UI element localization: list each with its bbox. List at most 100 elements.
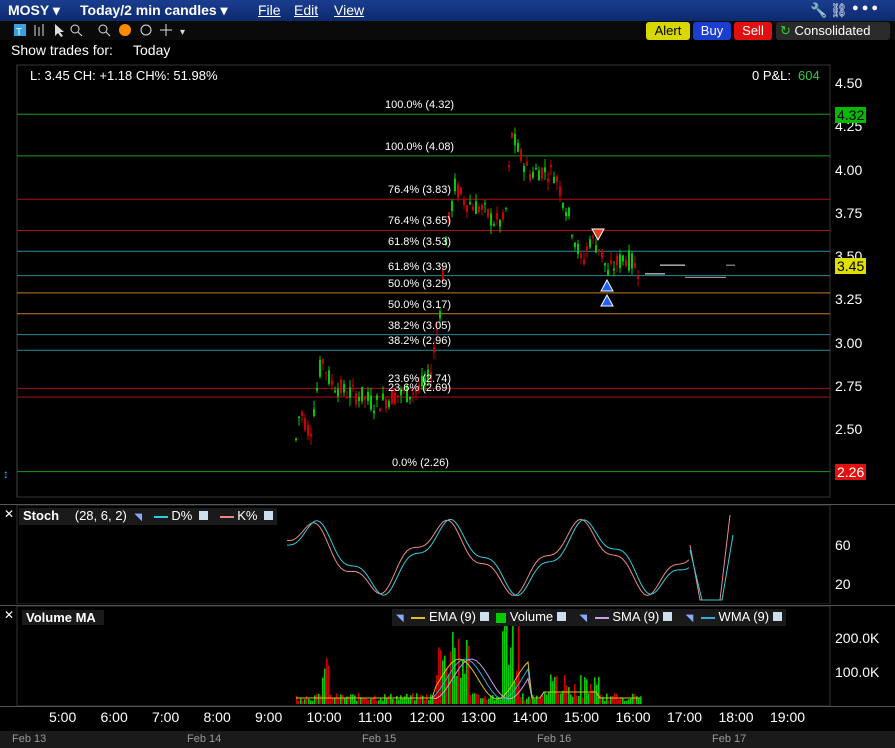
link-icon[interactable]: ⛓ — [830, 2, 848, 19]
pin-icon[interactable]: ◥ — [134, 512, 142, 523]
fib-label: 76.4% (3.65) — [388, 215, 451, 228]
pin-icon[interactable]: ◥ — [396, 613, 404, 624]
date-tick: Feb 15 — [362, 733, 397, 745]
menu-view[interactable]: View — [334, 2, 364, 18]
time-tick: 12:00 — [409, 709, 445, 725]
k-checkbox[interactable] — [264, 511, 274, 520]
price-tick: 4.50 — [835, 75, 863, 91]
time-axis: 5:00 6:00 7:00 8:00 9:00 10:00 11:00 12:00 13:00… — [0, 706, 895, 731]
pl-value: 604 — [798, 68, 820, 83]
toolbar-icons: T ▾ — [14, 24, 185, 38]
stoch-params: (28, 6, 2) — [74, 508, 127, 523]
time-tick: 15:00 — [564, 709, 600, 725]
bar-chart-icon — [34, 24, 44, 36]
wma-label: WMA (9) — [718, 609, 770, 624]
fib-label: 50.0% (3.29) — [388, 277, 451, 290]
price-tick: 3.75 — [835, 205, 863, 221]
date-tick: Feb 16 — [537, 733, 572, 745]
ema-checkbox[interactable] — [479, 612, 489, 621]
record-icon — [119, 24, 131, 36]
fib-label: 76.4% (3.83) — [388, 184, 451, 197]
time-tick: 13:00 — [461, 709, 497, 725]
sma-checkbox[interactable] — [662, 612, 672, 621]
time-tick: 19:00 — [770, 709, 806, 725]
time-tick: 16:00 — [615, 709, 651, 725]
consolidated-toggle[interactable]: ↻ Consolidated — [776, 22, 890, 40]
price-tick: 3.00 — [835, 335, 863, 351]
alert-button[interactable]: Alert — [646, 22, 690, 40]
magnifier-icon — [70, 24, 83, 37]
close-icon[interactable]: ✕ — [4, 608, 14, 622]
fib-label: 23.6% (2.69) — [388, 382, 451, 395]
fib-label: 0.0% (2.26) — [392, 456, 449, 469]
time-tick: 6:00 — [100, 709, 128, 725]
date-axis[interactable]: Feb 13 Feb 14 Feb 15 Feb 16 Feb 17 — [0, 731, 895, 748]
time-tick: 18:00 — [718, 709, 754, 725]
high-badge: 4.32 — [835, 107, 867, 123]
volume-checkbox[interactable] — [556, 612, 566, 621]
buy-button[interactable]: Buy — [693, 22, 731, 40]
fib-label: 100.0% (4.32) — [385, 99, 455, 112]
period-dropdown[interactable]: Today/2 min candles ▾ — [80, 2, 228, 19]
fib-label: 38.2% (3.05) — [388, 319, 451, 332]
price-axis: 4.50 4.25 4.00 3.75 3.50 3.25 3.00 2.75 … — [835, 62, 895, 502]
volume-legend: ◥ EMA (9) Volume ◥ SMA (9) ◥ WMA (9) — [392, 609, 786, 626]
wma-swatch — [700, 616, 715, 619]
volume-swatch — [496, 612, 507, 623]
show-trades-dropdown[interactable]: Today — [133, 42, 170, 58]
fib-label: 61.8% (3.53) — [388, 236, 451, 249]
svg-text:T: T — [16, 27, 22, 38]
d-swatch — [153, 515, 168, 518]
settings-icon[interactable]: ● ● ● — [852, 2, 878, 14]
fib-label: 38.2% (2.96) — [388, 335, 451, 348]
price-tick: 3.25 — [835, 291, 863, 307]
stoch-pane[interactable]: ✕ Stoch (28, 6, 2) ◥ D% K% 60 20 — [0, 504, 895, 605]
time-tick: 10:00 — [306, 709, 342, 725]
time-tick: 7:00 — [152, 709, 180, 725]
close-icon[interactable]: ✕ — [4, 507, 14, 521]
wma-checkbox[interactable] — [772, 612, 782, 621]
fib-label: 50.0% (3.17) — [388, 298, 451, 311]
cursor-icon — [55, 24, 64, 37]
consolidated-label: Consolidated — [794, 23, 871, 38]
pin-icon[interactable]: ◥ — [579, 613, 587, 624]
volume-title: Volume MA — [22, 610, 104, 625]
price-tick: 4.00 — [835, 162, 863, 178]
refresh-icon: ↻ — [780, 23, 791, 38]
quote-readout: L: 3.45 CH: +1.18 CH%: 51.98% — [30, 68, 218, 83]
last-price-badge: 3.45 — [835, 258, 867, 274]
time-tick: 9:00 — [255, 709, 283, 725]
date-tick: Feb 17 — [712, 733, 747, 745]
menu-edit[interactable]: Edit — [294, 2, 318, 18]
time-tick: 11:00 — [358, 709, 392, 725]
price-tick: 2.75 — [835, 378, 863, 394]
sell-button[interactable]: Sell — [734, 22, 772, 40]
menu-file[interactable]: File — [258, 2, 281, 18]
volume-label: Volume — [509, 609, 554, 624]
ema-swatch — [411, 616, 426, 619]
stoch-title: Stoch — [23, 508, 60, 523]
d-label: D% — [171, 508, 193, 523]
time-tick: 14:00 — [512, 709, 548, 725]
d-checkbox[interactable] — [198, 511, 208, 520]
stoch-tick: 20 — [835, 576, 851, 592]
symbol-dropdown[interactable]: MOSY ▾ — [8, 2, 60, 19]
volume-tick: 200.0K — [835, 630, 880, 646]
time-tick: 5:00 — [49, 709, 77, 725]
stoch-tick: 60 — [835, 537, 851, 553]
stoch-legend: Stoch (28, 6, 2) ◥ D% K% — [19, 508, 278, 525]
price-pane[interactable]: L: 3.45 CH: +1.18 CH%: 51.98% 0 P&L: 604… — [0, 62, 895, 502]
volume-pane[interactable]: ✕ Volume MA ◥ EMA (9) Volume ◥ SMA (9) ◥… — [0, 605, 895, 707]
volume-tick: 100.0K — [835, 664, 880, 680]
k-swatch — [219, 515, 234, 518]
cursor-icon: ↕ — [3, 467, 9, 481]
pin-icon[interactable]: ◥ — [686, 613, 694, 624]
period-label: Today/2 min candles — [80, 2, 217, 18]
fib-label: 100.0% (4.08) — [385, 140, 455, 153]
price-tick: 2.50 — [835, 421, 863, 437]
wrench-icon[interactable]: 🔧 — [810, 2, 827, 19]
show-trades-label: Show trades for: — [11, 42, 113, 58]
crosshair-icon — [160, 24, 172, 36]
symbol-label: MOSY — [8, 2, 49, 18]
zoom-in-icon — [98, 24, 111, 37]
